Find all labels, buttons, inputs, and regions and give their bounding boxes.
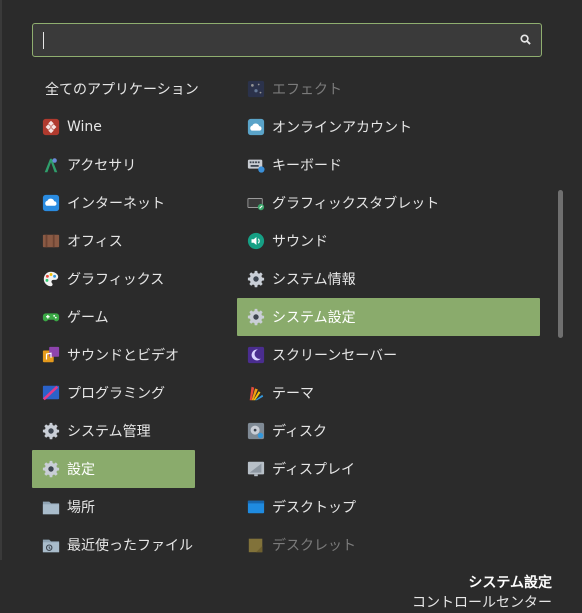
search-input[interactable] (41, 29, 515, 53)
internet-cloud-icon (41, 193, 61, 213)
search-box[interactable] (32, 23, 542, 57)
music-video-icon (41, 345, 61, 365)
category-internet-cloud[interactable]: インターネット (32, 184, 195, 222)
app-online-accounts[interactable]: オンラインアカウント (237, 108, 540, 146)
app-desktop[interactable]: デスクトップ (237, 488, 540, 526)
category-label: 全てのアプリケーション (45, 82, 199, 98)
app-label: スクリーンセーバー (272, 348, 398, 364)
app-gear[interactable]: システム設定 (237, 298, 540, 336)
tablet-icon (246, 193, 266, 213)
category-music-video[interactable]: サウンドとビデオ (32, 336, 195, 374)
category-label: グラフィックス (67, 272, 165, 288)
category-label: ゲーム (67, 310, 109, 326)
category-wine[interactable]: Wine (32, 108, 195, 146)
app-label: キーボード (272, 158, 342, 174)
app-theme[interactable]: テーマ (237, 374, 540, 412)
app-label: ディスプレイ (272, 462, 356, 478)
app-keyboard[interactable]: キーボード (237, 146, 540, 184)
app-disk[interactable]: ディスク (237, 412, 540, 450)
category-label: インターネット (67, 196, 165, 212)
gear-icon (41, 459, 61, 479)
sound-icon (246, 231, 266, 251)
app-tablet[interactable]: グラフィックスタブレット (237, 184, 540, 222)
app-label: デスクトップ (272, 500, 356, 516)
category-office[interactable]: オフィス (32, 222, 195, 260)
category-label: オフィス (67, 234, 123, 250)
category-folder[interactable]: 場所 (32, 488, 195, 526)
theme-icon (246, 383, 266, 403)
selected-app-title: システム設定 (468, 575, 552, 591)
keyboard-icon (246, 155, 266, 175)
category-label: サウンドとビデオ (67, 348, 179, 364)
app-display[interactable]: ディスプレイ (237, 450, 540, 488)
category-label: システム管理 (67, 424, 151, 440)
gamepad-icon (41, 307, 61, 327)
selected-app-description: コントロールセンター (412, 595, 552, 611)
office-icon (41, 231, 61, 251)
category-gear[interactable]: 設定 (32, 450, 195, 488)
disk-icon (246, 421, 266, 441)
app-label: サウンド (272, 234, 328, 250)
search-icon[interactable] (520, 34, 531, 45)
gear-icon (41, 421, 61, 441)
app-gear[interactable]: システム情報 (237, 260, 540, 298)
category-palette[interactable]: グラフィックス (32, 260, 195, 298)
application-list: エフェクトオンラインアカウント キーボードグラフィックスタブレット サウンドシステム… (237, 70, 540, 564)
effects-icon (246, 79, 266, 99)
category-list: 全てのアプリケーション Wine アクセサリインターネット オフィスグラフィックス ゲー… (32, 70, 199, 564)
category-recent-files[interactable]: 最近使ったファイル (32, 526, 195, 564)
category-gear[interactable]: システム管理 (32, 412, 195, 450)
app-label: オンラインアカウント (272, 120, 412, 136)
category-programming[interactable]: プログラミング (32, 374, 195, 412)
gear-icon (246, 269, 266, 289)
category-label: プログラミング (67, 386, 165, 402)
window-edge (0, 0, 2, 560)
programming-icon (41, 383, 61, 403)
wine-icon (41, 117, 61, 137)
app-screensaver[interactable]: スクリーンセーバー (237, 336, 540, 374)
screensaver-icon (246, 345, 266, 365)
app-desklet[interactable]: デスクレット (237, 526, 540, 564)
category-label: 設定 (67, 462, 95, 478)
scrollbar[interactable] (558, 190, 563, 338)
desktop-icon (246, 497, 266, 517)
folder-icon (41, 497, 61, 517)
category-all-applications[interactable]: 全てのアプリケーション (32, 70, 199, 108)
accessories-icon (41, 155, 61, 175)
category-label: 最近使ったファイル (67, 538, 193, 554)
online-accounts-icon (246, 117, 266, 137)
app-label: デスクレット (272, 538, 356, 554)
category-label: Wine (67, 119, 102, 135)
app-label: ディスク (272, 424, 328, 440)
app-effects[interactable]: エフェクト (237, 70, 540, 108)
display-icon (246, 459, 266, 479)
palette-icon (41, 269, 61, 289)
category-label: 場所 (67, 500, 95, 516)
app-label: システム設定 (272, 310, 356, 326)
app-label: グラフィックスタブレット (272, 196, 440, 212)
category-label: アクセサリ (67, 158, 137, 174)
app-label: テーマ (272, 386, 314, 402)
app-label: システム情報 (272, 272, 356, 288)
app-label: エフェクト (272, 82, 342, 98)
desklet-icon (246, 535, 266, 555)
category-accessories[interactable]: アクセサリ (32, 146, 195, 184)
app-sound[interactable]: サウンド (237, 222, 540, 260)
recent-files-icon (41, 535, 61, 555)
gear-icon (246, 307, 266, 327)
category-gamepad[interactable]: ゲーム (32, 298, 195, 336)
